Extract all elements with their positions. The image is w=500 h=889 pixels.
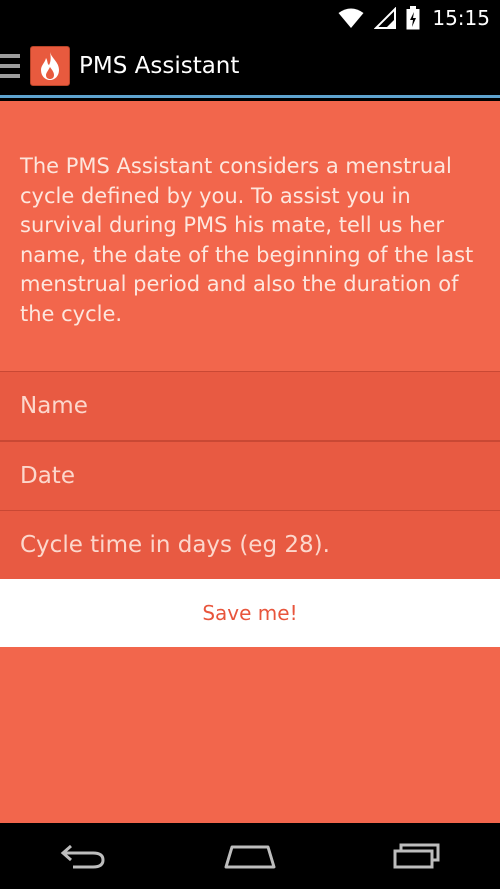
name-field[interactable] <box>0 371 500 441</box>
flame-app-icon[interactable] <box>30 45 70 86</box>
recent-apps-icon <box>393 843 440 869</box>
app-title: PMS Assistant <box>79 52 240 79</box>
wifi-icon <box>338 8 364 28</box>
back-icon <box>61 844 105 869</box>
save-button[interactable]: Save me! <box>0 579 500 647</box>
signal-icon <box>374 7 397 29</box>
action-bar: PMS Assistant <box>0 36 500 98</box>
home-button[interactable] <box>210 831 290 881</box>
intro-text: The PMS Assistant considers a menstrual … <box>20 154 474 326</box>
date-input[interactable] <box>20 463 490 489</box>
battery-charging-icon <box>406 6 420 30</box>
date-field[interactable] <box>0 441 500 511</box>
drawer-menu-icon[interactable] <box>0 48 22 84</box>
navigation-bar <box>0 823 500 889</box>
cycle-input[interactable] <box>20 532 490 558</box>
clock: 15:15 <box>432 6 490 30</box>
home-icon <box>224 845 276 869</box>
main-content: The PMS Assistant considers a menstrual … <box>0 101 500 823</box>
name-input[interactable] <box>20 393 490 419</box>
back-button[interactable] <box>43 831 123 881</box>
status-bar: 15:15 <box>0 0 500 36</box>
cycle-field[interactable] <box>0 510 500 580</box>
recent-apps-button[interactable] <box>377 831 457 881</box>
